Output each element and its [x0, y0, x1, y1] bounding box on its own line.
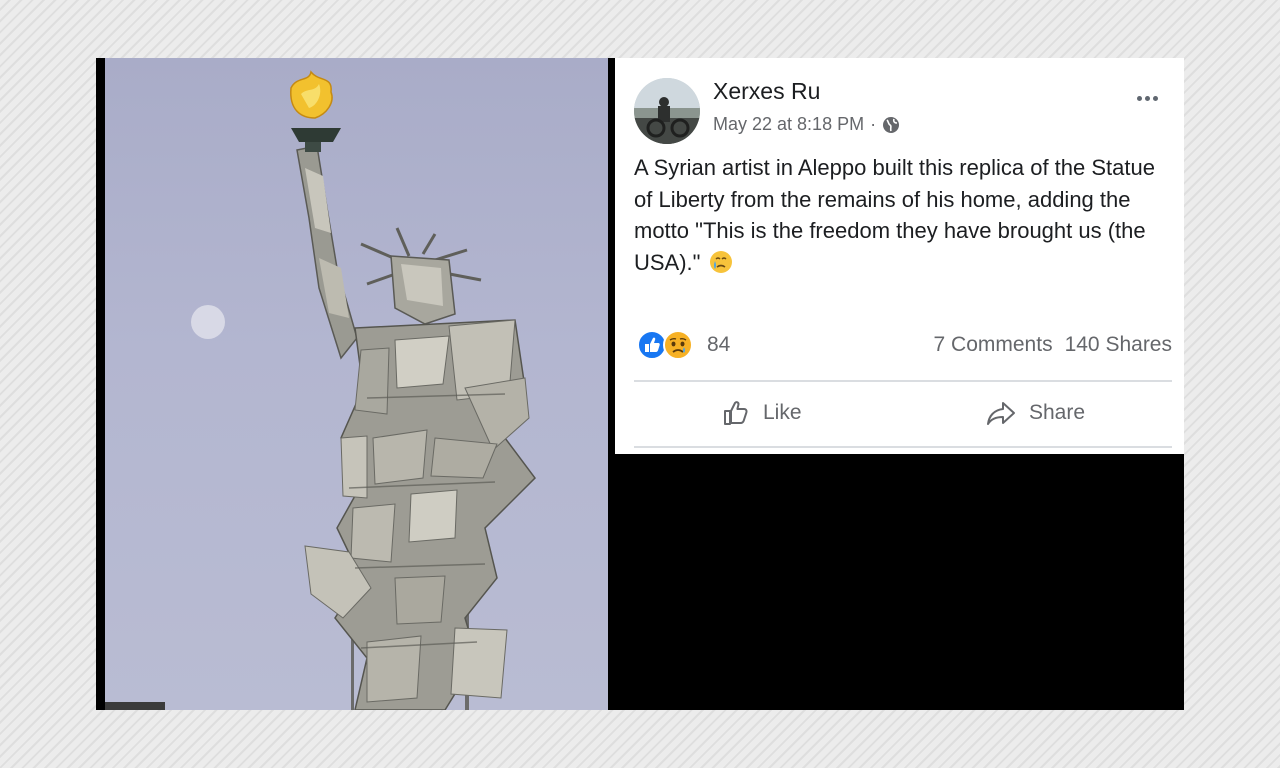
shares-count[interactable]: 140 Shares: [1065, 333, 1172, 357]
author-avatar[interactable]: [634, 78, 700, 144]
comments-count[interactable]: 7 Comments: [934, 333, 1053, 357]
like-label: Like: [763, 401, 802, 424]
more-options-icon[interactable]: [1137, 96, 1158, 101]
reaction-summary[interactable]: 84: [637, 330, 730, 360]
engagement-stats: 7 Comments 140 Shares: [934, 333, 1172, 357]
post-meta: May 22 at 8:18 PM ·: [713, 114, 900, 135]
divider: [634, 380, 1172, 382]
globe-icon[interactable]: [882, 116, 900, 134]
reaction-count: 84: [707, 333, 731, 356]
statue-illustration: [105, 70, 536, 710]
empty-black-area: [615, 454, 1184, 710]
share-button[interactable]: Share: [985, 398, 1085, 428]
meta-separator: ·: [870, 114, 877, 134]
like-button[interactable]: Like: [721, 398, 802, 428]
moon: [191, 305, 225, 339]
share-arrow-icon: [987, 402, 1015, 425]
screenshot-frame: Xerxes Ru May 22 at 8:18 PM · A Syrian a…: [96, 58, 1184, 710]
crying-face-emoji: [709, 250, 732, 273]
thumbs-up-icon: [724, 401, 748, 425]
post-text: A Syrian artist in Aleppo built this rep…: [634, 152, 1174, 278]
divider: [634, 446, 1172, 448]
facebook-post-card: Xerxes Ru May 22 at 8:18 PM · A Syrian a…: [615, 58, 1184, 454]
post-photo[interactable]: [105, 58, 608, 710]
post-timestamp[interactable]: May 22 at 8:18 PM: [713, 114, 864, 135]
author-name[interactable]: Xerxes Ru: [713, 78, 820, 105]
share-label: Share: [1029, 401, 1086, 424]
avatar-image: [634, 78, 700, 144]
sad-reaction-icon: [663, 330, 693, 360]
